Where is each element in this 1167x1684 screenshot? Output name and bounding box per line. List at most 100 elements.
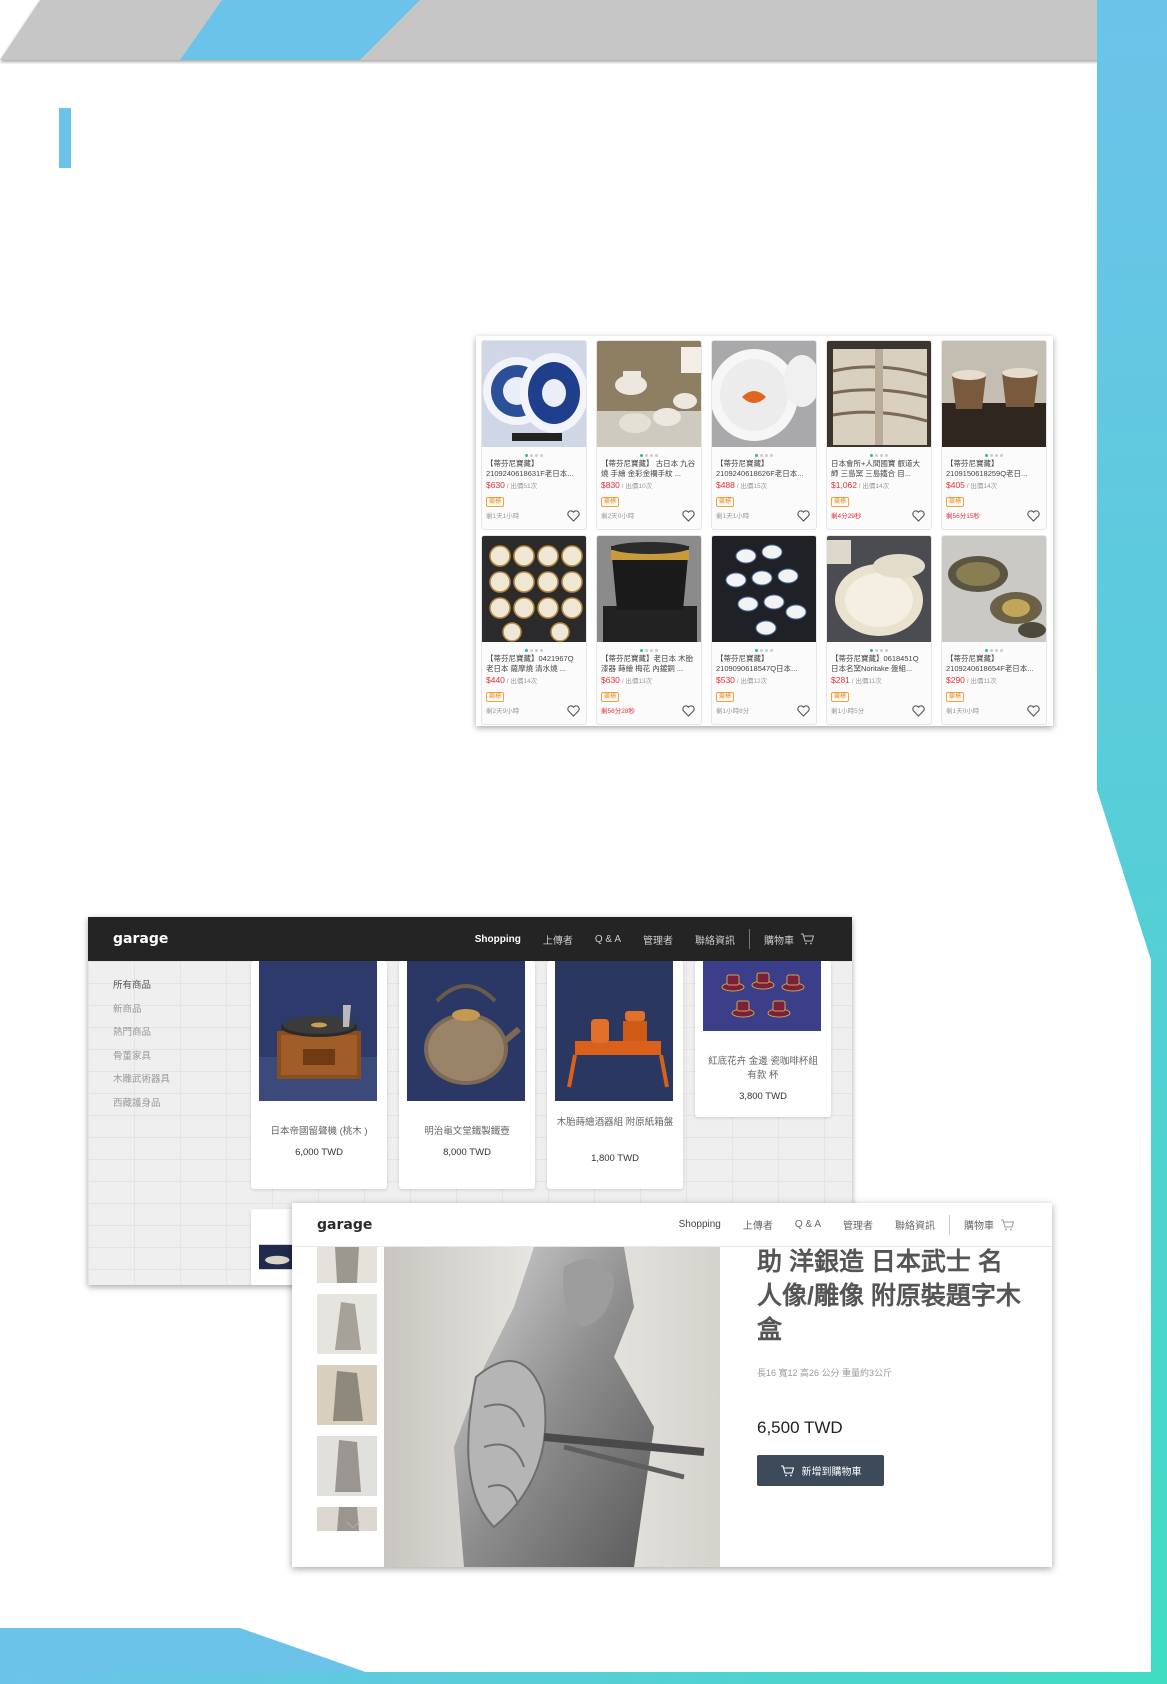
product-card[interactable]: 木胎蒔繪酒器組 附原紙箱盤 1,800 TWD xyxy=(547,961,683,1189)
nav-admin[interactable]: 管理者 xyxy=(643,932,673,947)
auction-price-row: $830 / 出價10次 xyxy=(597,480,701,490)
product-detail-screenshot: garage Shopping 上傳者 Q & A 管理者 聯絡資訊 購物車 助… xyxy=(292,1203,1052,1567)
thumbnail[interactable] xyxy=(317,1247,377,1283)
time-remaining: 剩1天1小時 xyxy=(486,513,520,520)
add-to-cart-label: 新增到購物車 xyxy=(801,1467,862,1478)
thumbnail[interactable] xyxy=(317,1365,377,1425)
nav-uploader[interactable]: 上傳者 xyxy=(743,1217,773,1232)
nav-qa[interactable]: Q & A xyxy=(795,1219,821,1230)
auction-product-card[interactable]: 【蒂芬尼寶藏】2109090618547Q日本... $530 / 出價12次 競標… xyxy=(711,535,817,725)
nav-admin[interactable]: 管理者 xyxy=(843,1217,873,1232)
carousel-dots xyxy=(482,647,586,654)
product-price: 3,800 TWD xyxy=(739,1091,787,1102)
auction-badge: 競標 xyxy=(831,692,850,702)
nav-divider xyxy=(749,929,750,949)
auction-product-card[interactable]: 【蒂芬尼寶藏】2109240618631F老日本... $630 / 出價51次競… xyxy=(481,340,587,530)
auction-product-card[interactable]: 日本會所+人間國寶 叡道大師 三島窯 三島鐵合 目... $1,062 / 出價1… xyxy=(826,340,932,530)
section-accent-bar xyxy=(59,108,71,168)
add-to-cart-button[interactable]: 新增到購物車 xyxy=(757,1455,884,1486)
bid-count: / 出價14次 xyxy=(857,483,890,490)
auction-price-row: $630 / 出價51次 xyxy=(482,480,586,490)
auction-badge: 競標 xyxy=(486,692,505,702)
category-item[interactable]: 骨董家具 xyxy=(113,1048,170,1072)
auction-product-card[interactable]: 【蒂芬尼寶藏】0421967Q 老日本 薩摩燒 清水燒 ... $440 / 出價… xyxy=(481,535,587,725)
auction-product-card[interactable]: 【蒂芬尼寶藏】0618451Q 日本名窯Noritake 盤組... $281 /… xyxy=(826,535,932,725)
auction-price: $830 xyxy=(601,480,620,490)
heart-icon[interactable] xyxy=(682,510,695,522)
bid-count: / 出價51次 xyxy=(504,483,538,490)
cart-icon xyxy=(780,1464,794,1476)
carousel-dots xyxy=(597,452,701,459)
heart-icon[interactable] xyxy=(1027,510,1040,522)
auction-price-row: $530 / 出價12次 xyxy=(712,675,816,685)
auction-product-card[interactable]: 【蒂芬尼寶藏】 古日本 九谷燒 手繪 金彩金襴手紋 ... $830 / 出價10… xyxy=(596,340,702,530)
brown-cups-image xyxy=(942,341,1046,447)
time-remaining: 剩1小時5分 xyxy=(831,708,865,715)
product-card[interactable]: 紅底花卉 金邊 瓷咖啡杯組 有款 杯 3,800 TWD xyxy=(695,961,831,1117)
detail-logo[interactable]: garage xyxy=(317,1217,372,1233)
nav-cart-label: 購物車 xyxy=(764,935,794,947)
product-name: 紅底花卉 金邊 瓷咖啡杯組 有款 杯 xyxy=(708,1056,818,1081)
auction-price: $530 xyxy=(716,675,735,685)
nav-contact[interactable]: 聯絡資訊 xyxy=(695,932,735,947)
time-remaining: 剩4分29秒 xyxy=(831,513,862,520)
carousel-dots xyxy=(482,452,586,459)
nav-cart[interactable]: 購物車 xyxy=(964,1217,1014,1232)
nav-shopping[interactable]: Shopping xyxy=(475,934,521,945)
category-item[interactable]: 所有商品 xyxy=(113,977,170,1001)
product-name: 日本帝國留聲機 (桃木 ) xyxy=(270,1126,368,1137)
auction-product-card[interactable]: 【蒂芬尼寶藏】2109240618654F老日本... $290 / 出價11次競… xyxy=(941,535,1047,725)
heart-icon[interactable] xyxy=(567,705,580,717)
nav-shopping[interactable]: Shopping xyxy=(679,1219,721,1230)
auction-product-card[interactable]: 【蒂芬尼寶藏】老日本 木胎 漆器 蒔繪 梅花 內鍍銅 ... $630 / 出價1… xyxy=(596,535,702,725)
auction-badge: 競標 xyxy=(601,692,620,702)
heart-icon[interactable] xyxy=(912,705,925,717)
auction-title: 【蒂芬尼寶藏】老日本 木胎 漆器 蒔繪 梅花 內鍍銅 ... xyxy=(601,654,694,673)
product-name: 木胎蒔繪酒器組 附原紙箱盤 xyxy=(556,1117,674,1128)
bid-count: / 出價15次 xyxy=(734,483,768,490)
heart-icon[interactable] xyxy=(912,510,925,522)
time-remaining: 剩1小時8分 xyxy=(716,708,750,715)
shop-navbar: garage Shopping 上傳者 Q & A 管理者 聯絡資訊 購物車 xyxy=(88,917,852,961)
category-item[interactable]: 新商品 xyxy=(113,1001,170,1025)
product-price: 1,800 TWD xyxy=(591,1153,639,1164)
thumbnail-strip xyxy=(317,1247,379,1542)
product-card[interactable]: 明治龜文堂鐵製鐵壺 8,000 TWD xyxy=(399,961,535,1189)
auction-title: 【蒂芬尼寶藏】2109090618547Q日本... xyxy=(716,654,798,673)
product-card[interactable]: 日本帝國留聲機 (桃木 ) 6,000 TWD xyxy=(251,961,387,1189)
lacquer-brazier-image xyxy=(597,536,701,642)
product-name: 明治龜文堂鐵製鐵壺 xyxy=(424,1126,510,1137)
auction-title: 【蒂芬尼寶藏】2109240618654F老日本... xyxy=(946,654,1034,673)
nav-cart[interactable]: 購物車 xyxy=(764,932,814,947)
heart-icon[interactable] xyxy=(797,705,810,717)
auction-product-card[interactable]: 【蒂芬尼寶藏】2109150618259Q老日... $405 / 出價14次 競標… xyxy=(941,340,1047,530)
nav-contact[interactable]: 聯絡資訊 xyxy=(895,1217,935,1232)
nav-qa[interactable]: Q & A xyxy=(595,934,621,945)
heart-icon[interactable] xyxy=(567,510,580,522)
auction-price-row: $630 / 出價13次 xyxy=(597,675,701,685)
category-item[interactable]: 熱門商品 xyxy=(113,1024,170,1048)
time-remaining: 剩1天0小時 xyxy=(946,708,980,715)
auction-title: 【蒂芬尼寶藏】2109150618259Q老日... xyxy=(946,459,1028,478)
nav-uploader[interactable]: 上傳者 xyxy=(543,932,573,947)
auction-price: $290 xyxy=(946,675,965,685)
time-remaining: 剩2天9小時 xyxy=(486,708,520,715)
thumbnail[interactable] xyxy=(317,1294,377,1354)
product-spec: 長16 寬12 高26 公分 重量約3公斤 xyxy=(757,1368,893,1378)
auction-price: $630 xyxy=(486,480,505,490)
heart-icon[interactable] xyxy=(682,705,695,717)
thumbnail[interactable] xyxy=(317,1436,377,1496)
category-item[interactable]: 西藏護身品 xyxy=(113,1095,170,1119)
auction-price-row: $1,062 / 出價14次 xyxy=(827,480,931,490)
auction-product-card[interactable]: 【蒂芬尼寶藏】2109240618626F老日本... $488 / 出價15次競… xyxy=(711,340,817,530)
chevron-down-icon[interactable] xyxy=(346,1520,360,1530)
heart-icon[interactable] xyxy=(1027,705,1040,717)
heart-icon[interactable] xyxy=(797,510,810,522)
shop-logo[interactable]: garage xyxy=(113,931,168,947)
auction-title: 日本會所+人間國寶 叡道大師 三島窯 三島鐵合 目... xyxy=(831,459,920,478)
top-decorative-band xyxy=(0,0,1100,60)
carousel-dots xyxy=(712,452,816,459)
category-item[interactable]: 木雕武術器具 xyxy=(113,1071,170,1095)
auction-title: 【蒂芬尼寶藏】2109240618626F老日本... xyxy=(716,459,804,478)
bid-count: / 出價12次 xyxy=(734,678,768,685)
